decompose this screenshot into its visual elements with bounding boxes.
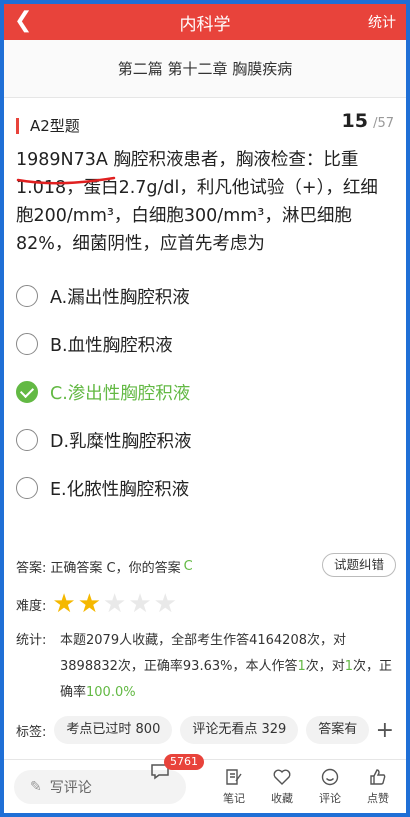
section-marker [16,118,19,134]
option-c[interactable]: C.渗出性胸腔积液 [4,368,406,416]
star-filled-icon: ★ [52,589,76,619]
tags-row: 标签: 考点已过时 800 评论无看点 329 答案有 + [4,710,406,750]
comment-input[interactable]: ✎ 写评论 5761 [14,753,204,804]
option-label: B.血性胸腔积液 [50,335,173,356]
favorite-button[interactable]: 收藏 [258,767,306,806]
my-correct-count: 1 [344,659,354,674]
difficulty-label: 难度: [16,598,47,614]
favorite-label: 收藏 [271,792,293,805]
handwritten-underline-icon [16,176,116,185]
your-answer: C [183,558,193,574]
comment-count-badge: 5761 [164,753,204,770]
answer-label: 答案: [16,560,47,576]
option-e[interactable]: E.化脓性胸腔积液 [4,464,406,512]
star-empty-icon: ★ [103,589,127,619]
tag-chip[interactable]: 评论无看点 329 [180,716,299,744]
option-label: A.漏出性胸腔积液 [50,287,190,308]
option-b[interactable]: B.血性胸腔积液 [4,320,406,368]
options-list: A.漏出性胸腔积液 B.血性胸腔积液 C.渗出性胸腔积液 D.乳糜性胸腔积液 E… [4,272,406,512]
note-label: 笔记 [223,792,245,805]
stats-link[interactable]: 统计 [368,12,396,32]
page-title: 内科学 [179,14,231,35]
difficulty-row: 难度: ★ ★ ★ ★ ★ [4,584,406,624]
comment-label: 评论 [319,792,341,805]
option-d[interactable]: D.乳糜性胸腔积液 [4,416,406,464]
radio-unchecked-icon[interactable] [16,285,38,307]
top-nav-bar: ❮ 内科学 统计 [4,4,406,40]
toolbar-actions: 笔记 收藏 评论 点赞 [210,767,402,806]
tags-label: 标签: [16,724,47,740]
answer-row: 答案: 正确答案 C，你的答案 C 试题纠错 [4,552,406,580]
answer-text: 正确答案 C，你的答案 [50,560,181,576]
heart-icon [273,769,291,785]
radio-unchecked-icon[interactable] [16,333,38,355]
stats-label: 统计: [16,633,47,648]
question-counter: 15 /57 [342,110,394,132]
chapter-title: 第二篇 第十二章 胸膜疾病 [4,40,406,98]
radio-unchecked-icon[interactable] [16,477,38,499]
comment-button[interactable]: 评论 [306,767,354,806]
plus-icon[interactable]: + [370,718,394,743]
comment-placeholder: 写评论 [49,779,92,796]
bottom-toolbar: ✎ 写评论 5761 笔记 收藏 评论 点赞 [4,753,406,813]
current-question-number: 15 [341,110,368,132]
option-label: D.乳糜性胸腔积液 [50,431,192,452]
total-questions: /57 [373,116,394,131]
thumbs-up-icon [370,769,386,785]
like-button[interactable]: 点赞 [354,767,402,806]
stats-text: 本题2079人收藏，全部考生作答4164208次，对3898832次，正确率93… [60,628,394,706]
tag-chip[interactable]: 考点已过时 800 [54,716,173,744]
stats-block: 统计: 本题2079人收藏，全部考生作答4164208次，对3898832次，正… [4,628,406,706]
my-correct-rate: 100.0% [86,685,136,700]
option-a[interactable]: A.漏出性胸腔积液 [4,272,406,320]
option-label: E.化脓性胸腔积液 [50,479,190,500]
like-label: 点赞 [367,792,389,805]
question-stem: 1989N73A 胸腔积液患者，胸液检查：比重1.018，蛋白2.7g/dl，利… [4,146,406,258]
star-filled-icon: ★ [77,589,102,619]
tag-chip[interactable]: 答案有 [306,716,370,744]
note-button[interactable]: 笔记 [210,767,258,806]
radio-unchecked-icon[interactable] [16,429,38,451]
smile-icon [321,768,339,786]
comment-count-button[interactable]: 5761 [149,753,204,786]
app-frame: ❮ 内科学 统计 第二篇 第十二章 胸膜疾病 A2型题 15 /57 1989N… [4,4,406,813]
chevron-left-icon[interactable]: ❮ [14,8,32,34]
star-empty-icon: ★ [153,589,177,619]
question-header: A2型题 15 /57 [4,110,406,146]
option-label: C.渗出性胸腔积液 [50,383,191,404]
star-empty-icon: ★ [128,589,152,619]
my-attempts: 1 [297,659,306,674]
question-code: 1989N73A [16,150,116,185]
stats-part: 次，对 [305,659,345,674]
pen-icon: ✎ [30,778,42,795]
difficulty-stars: ★ ★ ★ ★ ★ [52,591,179,617]
note-icon [226,769,242,785]
question-type: A2型题 [30,117,80,135]
checkmark-circle-icon[interactable] [16,381,38,403]
question-code-text: 1989N73A [16,150,108,170]
report-error-button[interactable]: 试题纠错 [321,553,396,577]
